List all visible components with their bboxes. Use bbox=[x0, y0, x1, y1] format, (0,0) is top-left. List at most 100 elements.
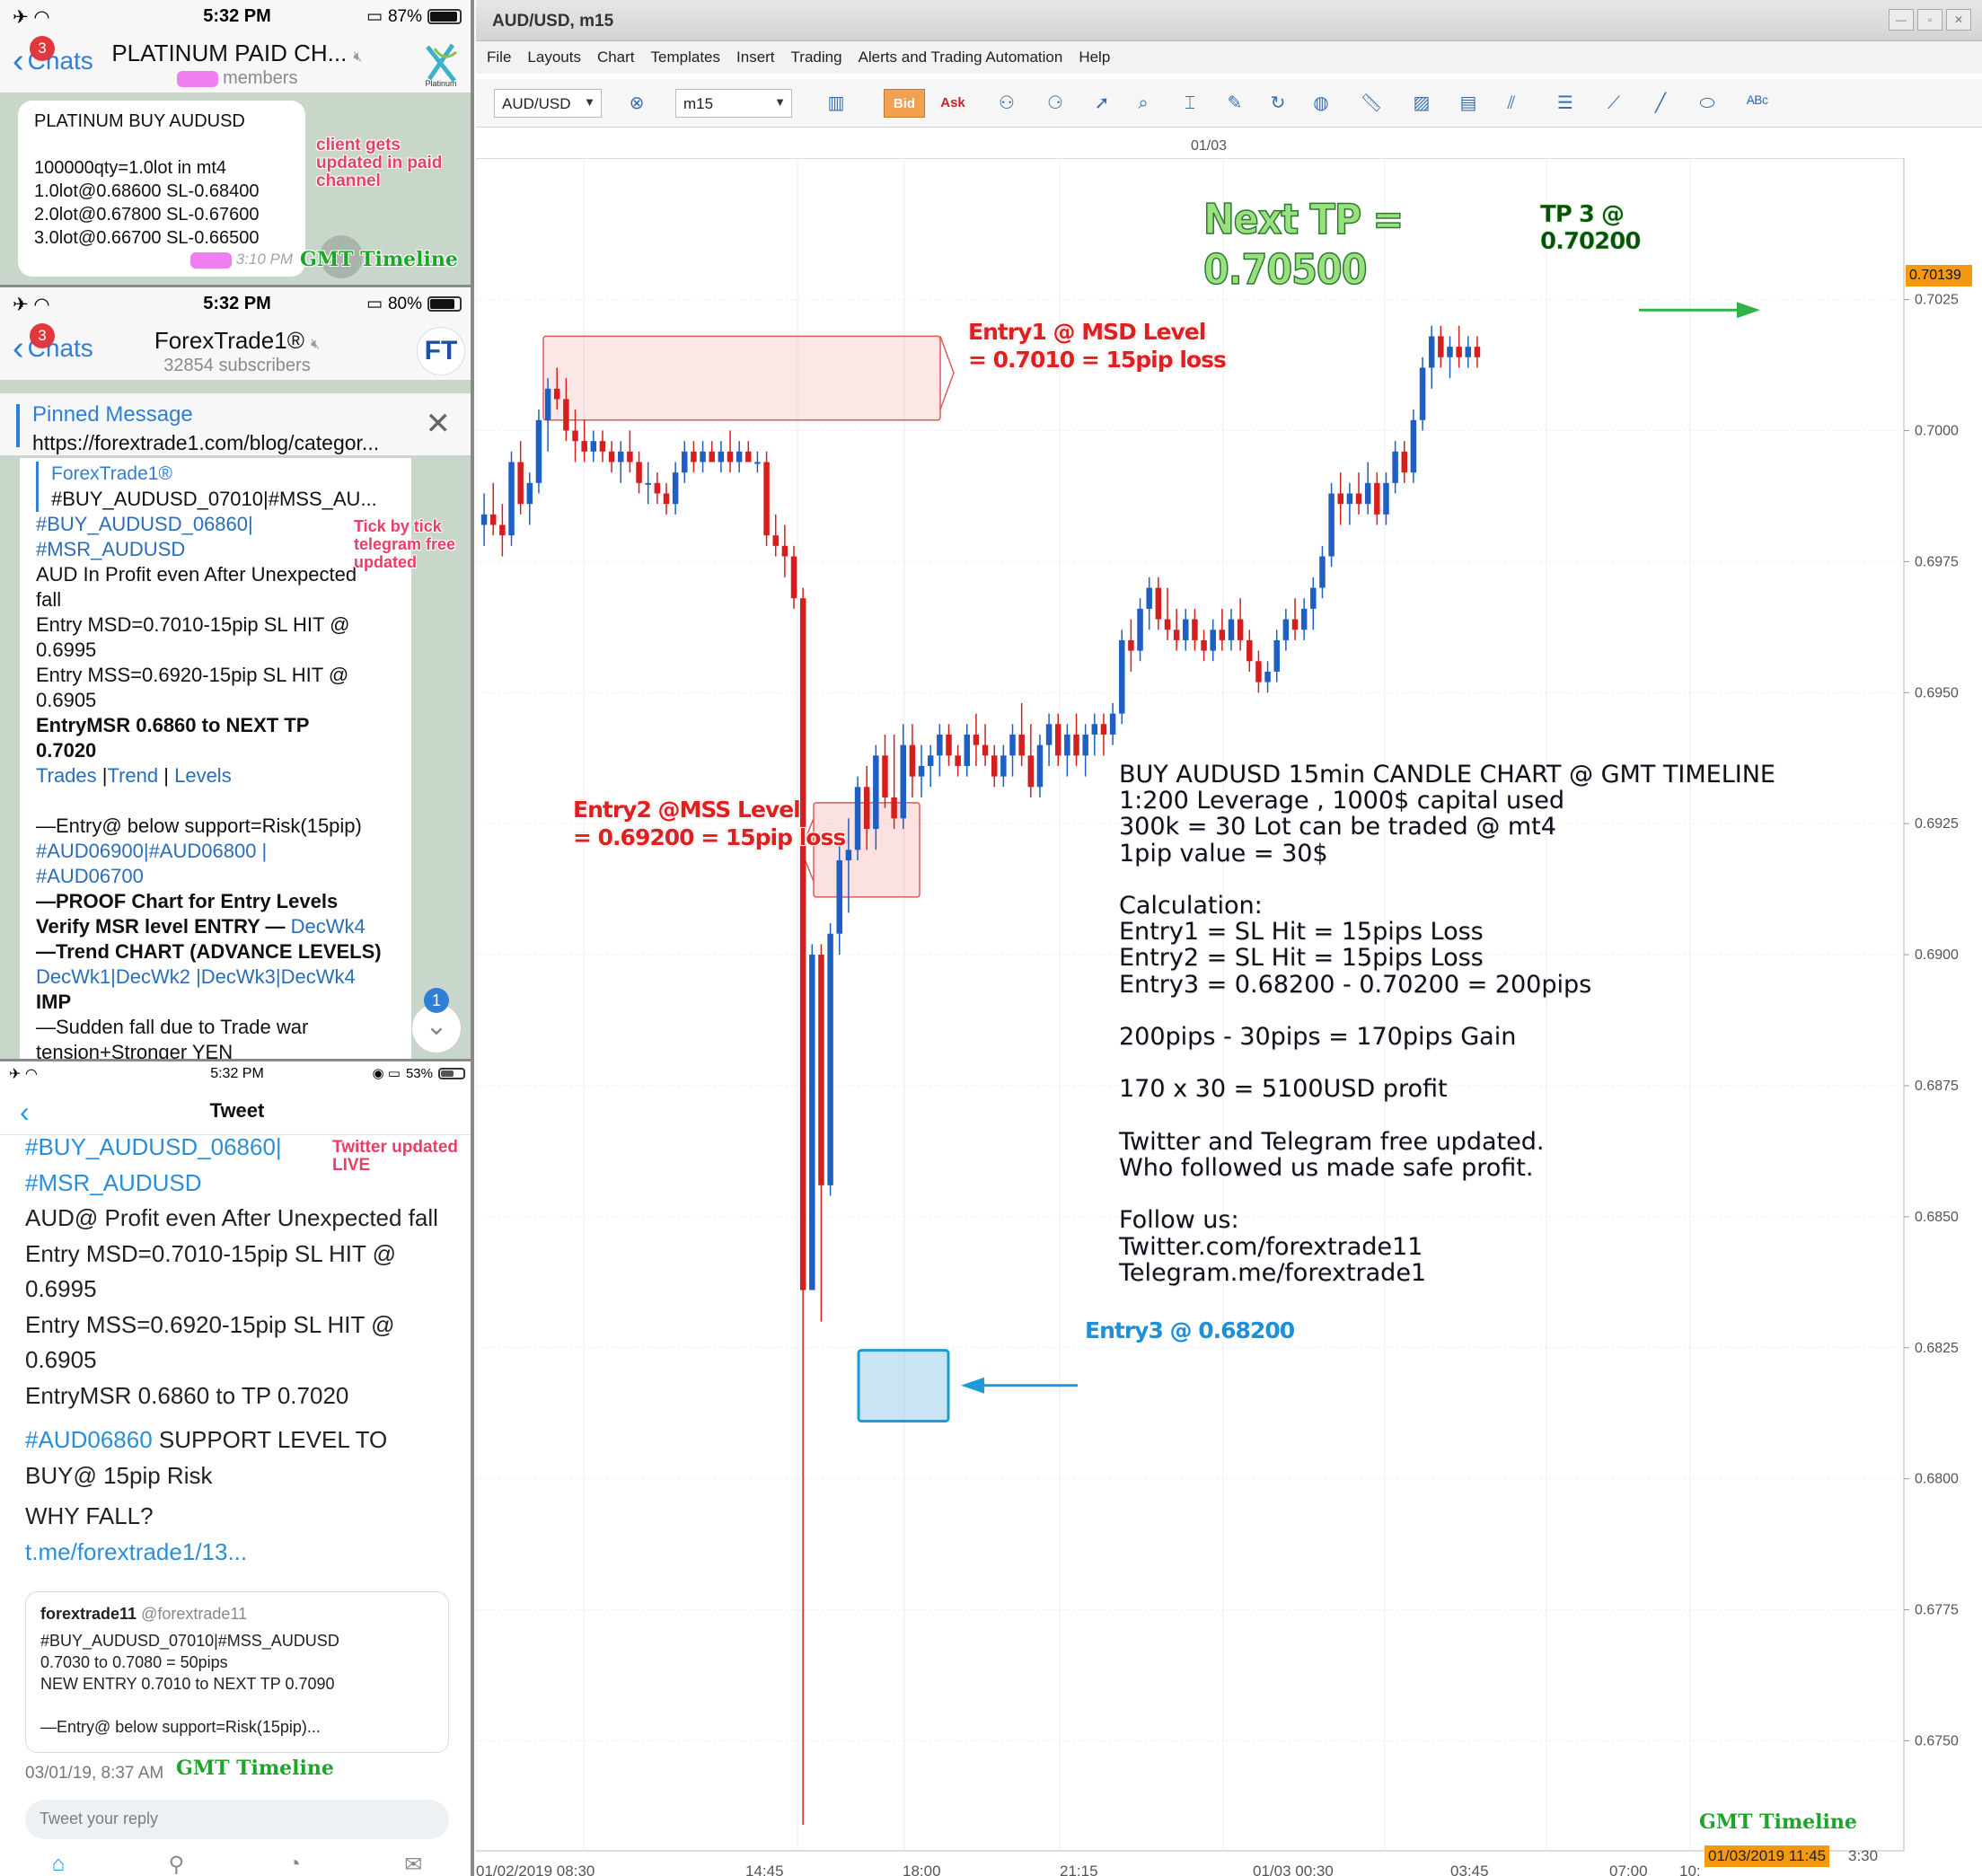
menu-item-file[interactable]: File bbox=[487, 48, 511, 66]
calc-line: Follow us: bbox=[1119, 1206, 1239, 1235]
gmt-timeline-label: GMT Timeline bbox=[1699, 1810, 1857, 1834]
menu-item-templates[interactable]: Templates bbox=[651, 48, 720, 66]
link-chart-icon[interactable]: ⊗ bbox=[621, 89, 652, 118]
messages-icon[interactable]: ✉ bbox=[404, 1852, 422, 1876]
pencil-icon[interactable]: ╱ bbox=[1645, 89, 1676, 118]
candle-body bbox=[927, 755, 934, 766]
candle-body bbox=[1291, 619, 1299, 630]
oscillator-icon[interactable]: ⚆ bbox=[1040, 89, 1070, 118]
message-line: 1.0lot@0.68600 SL-0.68400 bbox=[34, 181, 260, 201]
telegram-free-channel-panel: ✈ ◠ 5:32 PM ▭ 80% ‹ Chats 3 ForexTrade1® … bbox=[0, 285, 471, 1059]
ellipse-icon[interactable]: ⬭ bbox=[1692, 89, 1722, 118]
trend-link[interactable]: Trend bbox=[107, 764, 158, 787]
message-line[interactable]: #AUD06900|#AUD06800 | bbox=[36, 839, 395, 864]
current-time-label: 01/03/2019 11:45 bbox=[1705, 1845, 1830, 1867]
home-icon[interactable]: ⌂ bbox=[52, 1852, 66, 1876]
candle-body bbox=[1173, 630, 1180, 640]
calc-line: 200pips - 30pips = 170pips Gain bbox=[1119, 1023, 1517, 1052]
quoted-tweet[interactable]: forextrade11 @forextrade11 #BUY_AUDUSD_0… bbox=[25, 1591, 449, 1753]
fibonacci-icon[interactable]: ⫽ bbox=[1496, 89, 1527, 118]
candle-body bbox=[682, 451, 688, 473]
channel-title[interactable]: PLATINUM PAID CH... 🔇︎ bbox=[0, 40, 471, 67]
trendline-icon[interactable]: ⟋ bbox=[1599, 89, 1629, 118]
candle-body bbox=[799, 598, 806, 1290]
symbol-select[interactable]: AUD/USD ▼ bbox=[494, 89, 602, 118]
support-hashtag[interactable]: #AUD06860 bbox=[25, 1426, 153, 1453]
battery-indicator: ▭ 80% bbox=[366, 294, 462, 314]
menu-item-alerts-and-trading-automation[interactable]: Alerts and Trading Automation bbox=[859, 48, 1063, 66]
platinum-logo[interactable]: Platinum bbox=[417, 40, 465, 88]
channel-message-bubble: PLATINUM BUY AUDUSD 100000qty=1.0lot in … bbox=[18, 101, 305, 277]
candle-body bbox=[1183, 619, 1189, 640]
refresh-icon[interactable]: ↻ bbox=[1263, 89, 1293, 118]
pinned-title: Pinned Message bbox=[32, 402, 193, 427]
lines-icon[interactable]: ☰ bbox=[1550, 89, 1581, 118]
decwk-links[interactable]: DecWk1|DecWk2 |DecWk3|DecWk4 bbox=[36, 964, 395, 990]
battery-indicator: ▭ 87% bbox=[366, 6, 462, 27]
message-line[interactable]: #MSR_AUDUSD bbox=[36, 537, 395, 562]
candle-body bbox=[654, 482, 661, 494]
price-tick-label: 0.6925 bbox=[1915, 816, 1959, 832]
candle-body bbox=[1273, 639, 1280, 672]
message-line[interactable]: #AUD06700 bbox=[36, 864, 395, 889]
crosshair-icon[interactable]: ⌶ bbox=[1175, 89, 1205, 118]
picture-icon[interactable]: ▨ bbox=[1406, 89, 1437, 118]
template-icon[interactable]: ▤ bbox=[1453, 89, 1484, 118]
search-icon[interactable]: ⚲ bbox=[168, 1852, 184, 1876]
ruler-icon[interactable]: 📏︎ bbox=[1356, 89, 1387, 118]
edit-chart-icon[interactable]: ✎ bbox=[1220, 89, 1250, 118]
candle-body bbox=[1201, 639, 1207, 651]
reply-input[interactable]: Tweet your reply bbox=[25, 1800, 449, 1839]
candle-body bbox=[608, 451, 615, 462]
timeframe-select[interactable]: m15 ▼ bbox=[675, 89, 792, 118]
candle-body bbox=[1100, 724, 1107, 735]
candle-body bbox=[499, 524, 506, 536]
candle-body bbox=[900, 744, 907, 819]
cursor-icon[interactable]: ➚ bbox=[1087, 89, 1117, 118]
quote-line: NEW ENTRY 0.7010 to NEXT TP 0.7090 bbox=[40, 1675, 335, 1693]
verify-link[interactable]: DecWk4 bbox=[291, 915, 366, 938]
calc-line: 1:200 Leverage , 1000$ capital used bbox=[1119, 787, 1564, 815]
text-tool-icon[interactable]: ᴬᴮᶜ bbox=[1742, 89, 1773, 118]
chart-type-icon[interactable]: ▥ bbox=[821, 89, 851, 118]
channel-title[interactable]: ForexTrade1® 🔇︎ bbox=[0, 327, 471, 355]
forextrade-avatar[interactable]: FT bbox=[417, 327, 465, 375]
support-text: SUPPORT LEVEL TO bbox=[152, 1426, 388, 1453]
candle-body bbox=[937, 734, 943, 756]
menu-item-chart[interactable]: Chart bbox=[597, 48, 635, 66]
bid-button[interactable]: Bid bbox=[884, 89, 925, 118]
trades-link[interactable]: Trades bbox=[36, 764, 97, 787]
message-line[interactable]: #BUY_AUDUSD_06860| bbox=[36, 512, 395, 537]
time-tick-label: 10: bbox=[1679, 1863, 1701, 1876]
menu-item-help[interactable]: Help bbox=[1079, 48, 1110, 66]
candle-body bbox=[1401, 451, 1408, 473]
levels-link[interactable]: Levels bbox=[174, 764, 232, 787]
candle-body bbox=[1419, 367, 1426, 420]
pinned-message[interactable]: Pinned Message https://forextrade1.com/b… bbox=[0, 393, 471, 456]
menu-item-insert[interactable]: Insert bbox=[736, 48, 775, 66]
minimize-button[interactable]: — bbox=[1889, 9, 1914, 31]
close-icon[interactable]: ✕ bbox=[426, 406, 452, 442]
calc-line: Entry3 = 0.68200 - 0.70200 = 200pips bbox=[1119, 970, 1592, 999]
maximize-button[interactable]: ▫ bbox=[1917, 9, 1942, 31]
price-tick-label: 0.7000 bbox=[1915, 423, 1959, 438]
bottom-nav: ⌂ ⚲ ◔ ✉ bbox=[0, 1852, 471, 1876]
candle-body bbox=[535, 419, 542, 483]
entry3-zone bbox=[857, 1349, 950, 1422]
indicator-icon[interactable]: ⚇ bbox=[991, 89, 1022, 118]
candle-body bbox=[1192, 619, 1198, 640]
notifications-icon[interactable]: ◔ bbox=[287, 1852, 301, 1876]
price-tick-label: 0.6800 bbox=[1915, 1472, 1959, 1487]
zoom-icon[interactable]: ⌕ bbox=[1128, 89, 1158, 118]
ask-button[interactable]: Ask bbox=[932, 89, 973, 118]
candle-body bbox=[1300, 608, 1308, 630]
forwarded-from[interactable]: ForexTrade1® #BUY_AUDUSD_07010|#MSS_AU..… bbox=[36, 462, 395, 512]
menu-item-trading[interactable]: Trading bbox=[791, 48, 842, 66]
status-bar: ✈ ◠ 5:32 PM ▭ 80% bbox=[0, 287, 471, 321]
close-button[interactable]: ✕ bbox=[1946, 9, 1971, 31]
candle-body bbox=[1410, 419, 1417, 473]
tme-link[interactable]: t.me/forextrade1/13... bbox=[25, 1535, 456, 1571]
globe-icon[interactable]: ◍ bbox=[1306, 89, 1336, 118]
menu-item-layouts[interactable]: Layouts bbox=[527, 48, 581, 66]
